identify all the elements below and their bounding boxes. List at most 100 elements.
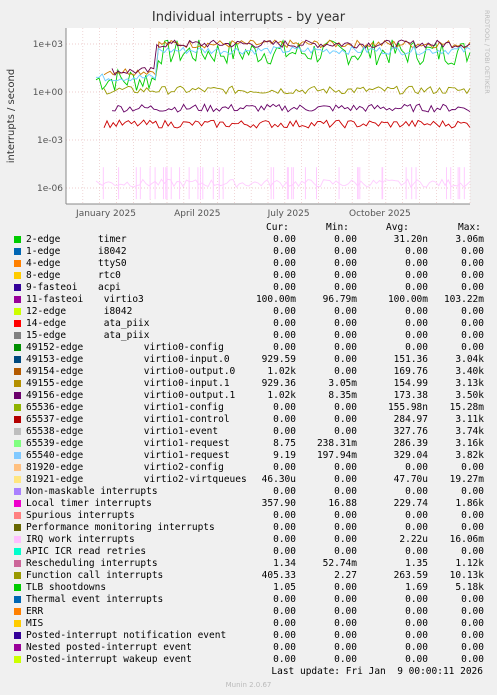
value-cur: 0.00 — [273, 534, 296, 545]
legend-swatch — [14, 488, 21, 495]
value-min: 16.88 — [328, 498, 357, 509]
legend-swatch — [14, 344, 21, 351]
value-max: 0.00 — [461, 642, 484, 653]
legend-name: 49156-edge — [26, 390, 84, 401]
value-cur: 0.00 — [273, 606, 296, 617]
value-min: 0.00 — [334, 234, 357, 245]
chart-plot: 1e-06 1e-03 1e+00 1e+03 January 2025 April 20… — [6, 10, 491, 219]
legend-name: 65537-edge — [26, 414, 84, 425]
legend-desc: virtio0-config — [98, 342, 224, 353]
legend-swatch — [14, 452, 21, 459]
legend-name: Nested posted-interrupt event — [26, 642, 192, 653]
legend-swatch — [14, 464, 21, 471]
legend-swatch — [14, 428, 21, 435]
legend-row: Performance monitoring interrupts 0.00 0.0… — [0, 522, 497, 534]
legend-desc: acpi — [98, 282, 121, 293]
value-cur: 0.00 — [273, 258, 296, 269]
legend-name: 49152-edge — [26, 342, 84, 353]
legend-desc: ttyS0 — [98, 258, 127, 269]
value-max: 15.28m — [449, 402, 484, 413]
value-min: 0.00 — [334, 342, 357, 353]
legend-row: ERR 0.00 0.00 0.00 0.00 — [0, 606, 497, 618]
value-cur: 0.00 — [273, 330, 296, 341]
legend-swatch — [14, 596, 21, 603]
legend-name: 65539-edge — [26, 438, 84, 449]
legend-desc: i8042 — [98, 246, 127, 257]
value-min: 0.00 — [334, 306, 357, 317]
value-max: 0.00 — [461, 630, 484, 641]
value-min: 0.00 — [334, 510, 357, 521]
legend-name: 4-edge — [26, 258, 61, 269]
value-max: 3.16k — [455, 438, 484, 449]
value-cur: 0.00 — [273, 246, 296, 257]
header-min: Min: — [326, 222, 349, 233]
value-min: 238.31m — [316, 438, 357, 449]
value-cur: 1.34 — [273, 558, 296, 569]
legend-name: Posted-interrupt notification event — [26, 630, 227, 641]
value-cur: 405.33 — [261, 570, 296, 581]
value-min: 0.00 — [334, 354, 357, 365]
value-cur: 929.59 — [261, 354, 296, 365]
legend-desc: rtc0 — [98, 270, 121, 281]
value-min: 0.00 — [334, 654, 357, 665]
value-max: 0.00 — [461, 654, 484, 665]
legend-row: TLB shootdowns 1.05 0.00 1.69 5.18k — [0, 582, 497, 594]
legend-swatch — [14, 416, 21, 423]
value-max: 0.00 — [461, 342, 484, 353]
legend-name: Non-maskable interrupts — [26, 486, 158, 497]
value-max: 103.22m — [443, 294, 484, 305]
legend-name: ERR — [26, 606, 44, 617]
legend-swatch — [14, 368, 21, 375]
legend-swatch — [14, 356, 21, 363]
value-cur: 0.00 — [273, 282, 296, 293]
legend-row: Spurious interrupts 0.00 0.00 0.00 0.00 — [0, 510, 497, 522]
legend-swatch — [14, 440, 21, 447]
value-max: 0.00 — [461, 330, 484, 341]
legend-desc: virtio1-event — [98, 426, 219, 437]
legend-row: 65536-edge virtio1-config 0.00 0.00 155.98n… — [0, 402, 497, 414]
legend-swatch — [14, 512, 21, 519]
legend-desc: virtio2-virtqueues — [98, 474, 247, 485]
value-cur: 0.00 — [273, 270, 296, 281]
value-max: 3.50k — [455, 390, 484, 401]
legend-name: 81920-edge — [26, 462, 84, 473]
value-min: 0.00 — [334, 318, 357, 329]
legend-row: Nested posted-interrupt event 0.00 0.00 0.0… — [0, 642, 497, 654]
legend-desc: virtio1-config — [98, 402, 224, 413]
legend-desc: timer — [98, 234, 127, 245]
y-axis-label: interrupts / second — [6, 69, 17, 163]
value-min: 0.00 — [334, 474, 357, 485]
legend-swatch — [14, 320, 21, 327]
value-cur: 0.00 — [273, 426, 296, 437]
value-max: 10.13k — [449, 570, 484, 581]
value-min: 0.00 — [334, 414, 357, 425]
value-max: 0.00 — [461, 546, 484, 557]
legend-row: 49156-edge virtio0-output.1 1.02k 8.35m 173… — [0, 390, 497, 402]
value-cur: 0.00 — [273, 486, 296, 497]
munin-version: Munin 2.0.67 — [225, 681, 272, 689]
legend-desc: virtio1-request — [98, 438, 230, 449]
value-min: 0.00 — [334, 270, 357, 281]
legend-name: 65536-edge — [26, 402, 84, 413]
value-max: 0.00 — [461, 258, 484, 269]
value-cur: 0.00 — [273, 654, 296, 665]
legend-row: 49152-edge virtio0-config 0.00 0.00 0.00 0.0… — [0, 342, 497, 354]
legend-row: IRQ work interrupts 0.00 0.00 2.22u 16.06m — [0, 534, 497, 546]
value-min: 0.00 — [334, 246, 357, 257]
legend-desc: virtio1-control — [98, 414, 230, 425]
legend-swatch — [14, 656, 21, 663]
legend-name: 49154-edge — [26, 366, 84, 377]
legend-row: 8-edge rtc0 0.00 0.00 0.00 0.00 — [0, 270, 497, 282]
legend-row: 49155-edge virtio0-input.1 929.36 3.05m 154… — [0, 378, 497, 390]
legend-row: 65537-edge virtio1-control 0.00 0.00 284.97… — [0, 414, 497, 426]
y-tick-label: 1e+00 — [33, 88, 64, 98]
legend-name: 12-edge — [26, 306, 67, 317]
value-cur: 0.00 — [273, 594, 296, 605]
legend-row: Posted-interrupt wakeup event 0.00 0.00 0.0… — [0, 654, 497, 666]
legend-desc: virtio0-input.1 — [98, 378, 230, 389]
value-min: 0.00 — [334, 522, 357, 533]
value-min: 0.00 — [334, 618, 357, 629]
legend-swatch — [14, 560, 21, 567]
legend-swatch — [14, 632, 21, 639]
value-cur: 0.00 — [273, 618, 296, 629]
